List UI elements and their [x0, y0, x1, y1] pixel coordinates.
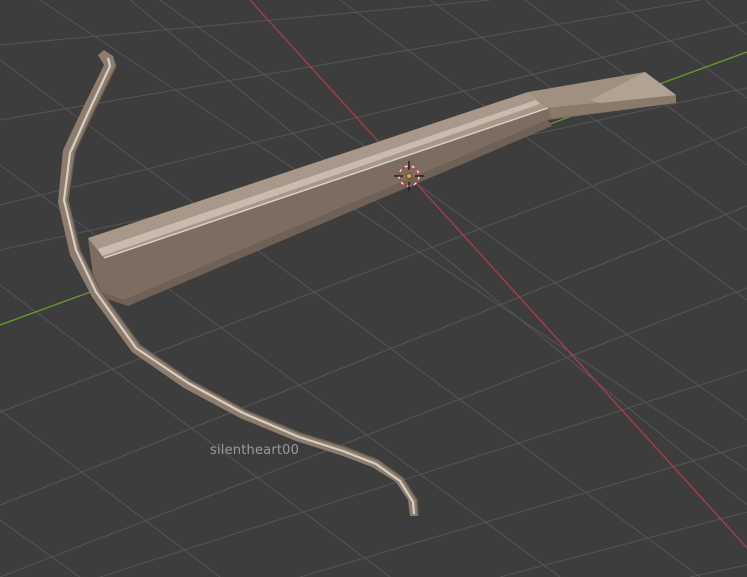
object-origin-icon [406, 173, 412, 179]
watermark-text: silentheart00 [210, 443, 300, 458]
viewport-scene[interactable] [0, 0, 747, 577]
3d-viewport[interactable]: silentheart00 [0, 0, 747, 577]
